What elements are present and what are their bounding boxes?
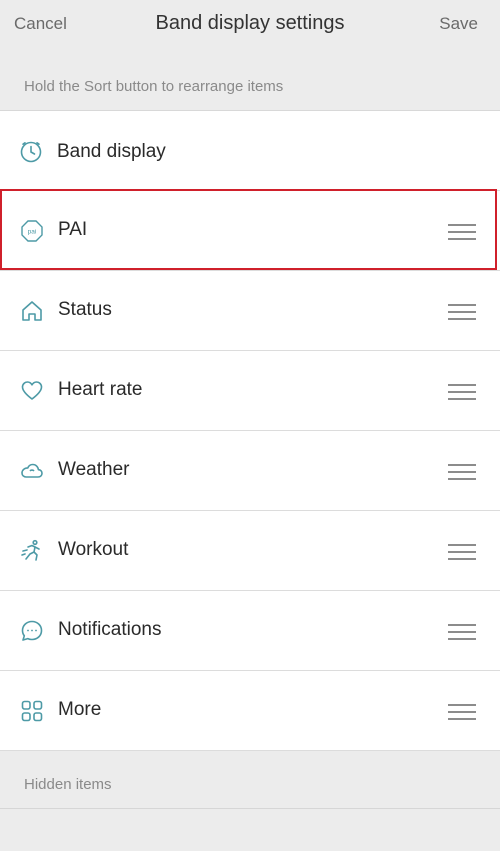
item-label: Weather	[58, 459, 130, 480]
item-label: Band display	[57, 141, 166, 162]
svg-text:pai: pai	[28, 229, 37, 236]
item-label: Workout	[58, 539, 129, 560]
navigation-bar: Cancel Band display settings Save	[0, 0, 500, 50]
item-label: More	[58, 699, 102, 720]
sort-handle-icon[interactable]	[448, 624, 476, 640]
list-item-workout[interactable]: Workout	[0, 511, 500, 591]
sort-handle-icon[interactable]	[448, 704, 476, 720]
list-item-more[interactable]: More	[0, 671, 500, 751]
page-title: Band display settings	[155, 12, 345, 34]
heart-icon	[20, 379, 44, 403]
list-item-status[interactable]: Status	[0, 271, 500, 351]
home-icon	[20, 299, 44, 323]
sort-handle-icon[interactable]	[448, 544, 476, 560]
item-label: Status	[58, 299, 112, 320]
clock-icon	[19, 140, 43, 164]
display-items-list: Band display pai PAI Status Heart rate W…	[0, 110, 500, 751]
sort-hint-text: Hold the Sort button to rearrange items	[24, 78, 284, 95]
save-button[interactable]: Save	[439, 14, 478, 34]
list-item-pai[interactable]: pai PAI	[0, 191, 500, 271]
grid-icon	[20, 699, 44, 723]
hidden-items-header: Hidden items	[24, 776, 112, 793]
list-item-heart-rate[interactable]: Heart rate	[0, 351, 500, 431]
sort-handle-icon[interactable]	[448, 304, 476, 320]
sort-handle-icon[interactable]	[448, 224, 476, 240]
item-label: Notifications	[58, 619, 162, 640]
cloud-icon	[20, 459, 44, 483]
divider	[0, 808, 500, 809]
running-icon	[20, 539, 44, 563]
sort-handle-icon[interactable]	[448, 384, 476, 400]
pai-icon: pai	[20, 219, 44, 243]
item-label: PAI	[58, 219, 88, 240]
list-item-notifications[interactable]: Notifications	[0, 591, 500, 671]
list-item-band-display[interactable]: Band display	[0, 111, 500, 191]
sort-handle-icon[interactable]	[448, 464, 476, 480]
item-label: Heart rate	[58, 379, 143, 400]
chat-bubble-icon	[20, 619, 44, 643]
list-item-weather[interactable]: Weather	[0, 431, 500, 511]
